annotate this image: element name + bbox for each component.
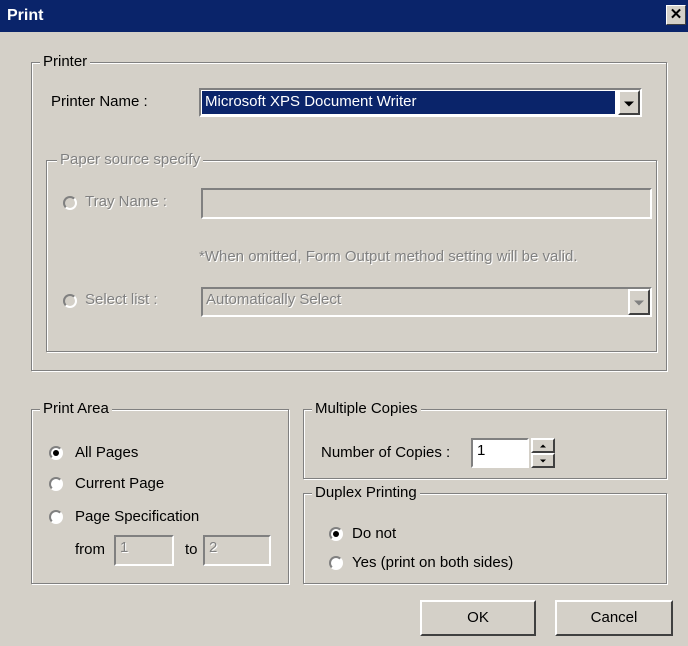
- to-page-value: 2: [209, 539, 218, 556]
- radio-selected-dot: [333, 531, 339, 537]
- from-page-value: 1: [120, 539, 129, 556]
- printer-group-title: Printer: [40, 53, 91, 71]
- from-page-input[interactable]: 1: [114, 535, 174, 566]
- select-list-radio[interactable]: [63, 294, 77, 308]
- number-of-copies-label: Number of Copies :: [321, 444, 451, 461]
- cancel-button-label: Cancel: [590, 609, 638, 626]
- select-list-dropdown-button[interactable]: [628, 289, 650, 315]
- select-list-label: Select list :: [85, 291, 158, 308]
- close-icon: ✕: [669, 6, 683, 23]
- multiple-copies-group: Multiple Copies Number of Copies : 1: [303, 400, 667, 479]
- print-area-group: Print Area All Pages Current Page Page S…: [31, 400, 289, 584]
- title-bar: Print ✕: [0, 0, 688, 32]
- print-area-group-title: Print Area: [40, 400, 112, 418]
- paper-source-note: *When omitted, Form Output method settin…: [199, 248, 578, 265]
- paper-source-group-title: Paper source specify: [57, 151, 204, 169]
- window-title: Print: [7, 7, 44, 24]
- cancel-button[interactable]: Cancel: [555, 600, 673, 636]
- printer-group: Printer Printer Name : Microsoft XPS Doc…: [31, 53, 667, 371]
- current-page-radio[interactable]: [49, 477, 63, 491]
- duplex-yes-radio[interactable]: [329, 556, 343, 570]
- select-list-value: Automatically Select: [206, 291, 342, 308]
- page-specification-radio[interactable]: [49, 510, 63, 524]
- chevron-down-icon: [540, 459, 546, 462]
- printer-name-label: Printer Name :: [51, 93, 148, 110]
- printer-name-highlight: Microsoft XPS Document Writer: [202, 91, 615, 114]
- select-list-select[interactable]: Automatically Select: [201, 287, 652, 317]
- ok-button-label: OK: [467, 609, 489, 626]
- all-pages-radio[interactable]: [49, 446, 63, 460]
- printer-name-dropdown-button[interactable]: [618, 90, 640, 115]
- duplex-printing-group: Duplex Printing Do not Yes (print on bot…: [303, 484, 667, 584]
- current-page-label: Current Page: [75, 475, 165, 492]
- tray-name-radio[interactable]: [63, 196, 77, 210]
- ok-button[interactable]: OK: [420, 600, 536, 636]
- close-button[interactable]: ✕: [666, 5, 686, 25]
- printer-name-value: Microsoft XPS Document Writer: [205, 93, 417, 110]
- duplex-printing-group-title: Duplex Printing: [312, 484, 420, 502]
- radio-selected-dot: [53, 450, 59, 456]
- paper-source-group: Paper source specify Tray Name : *When o…: [46, 151, 657, 352]
- tray-name-label: Tray Name :: [85, 193, 167, 210]
- number-of-copies-value: 1: [477, 442, 486, 459]
- tray-name-input[interactable]: [201, 188, 652, 219]
- copies-spin-up-button[interactable]: [531, 438, 555, 453]
- chevron-up-icon: [540, 444, 546, 447]
- printer-name-select[interactable]: Microsoft XPS Document Writer: [199, 88, 642, 117]
- chevron-down-icon: [624, 101, 634, 106]
- to-page-input[interactable]: 2: [203, 535, 271, 566]
- page-specification-label: Page Specification: [75, 508, 200, 525]
- copies-spin-down-button[interactable]: [531, 453, 555, 468]
- duplex-yes-label: Yes (print on both sides): [352, 554, 514, 571]
- to-label: to: [185, 541, 198, 558]
- duplex-do-not-label: Do not: [352, 525, 397, 542]
- multiple-copies-group-title: Multiple Copies: [312, 400, 421, 418]
- duplex-do-not-radio[interactable]: [329, 527, 343, 541]
- chevron-down-icon: [634, 300, 644, 306]
- number-of-copies-input[interactable]: 1: [471, 438, 529, 468]
- from-label: from: [75, 541, 105, 558]
- all-pages-label: All Pages: [75, 444, 139, 461]
